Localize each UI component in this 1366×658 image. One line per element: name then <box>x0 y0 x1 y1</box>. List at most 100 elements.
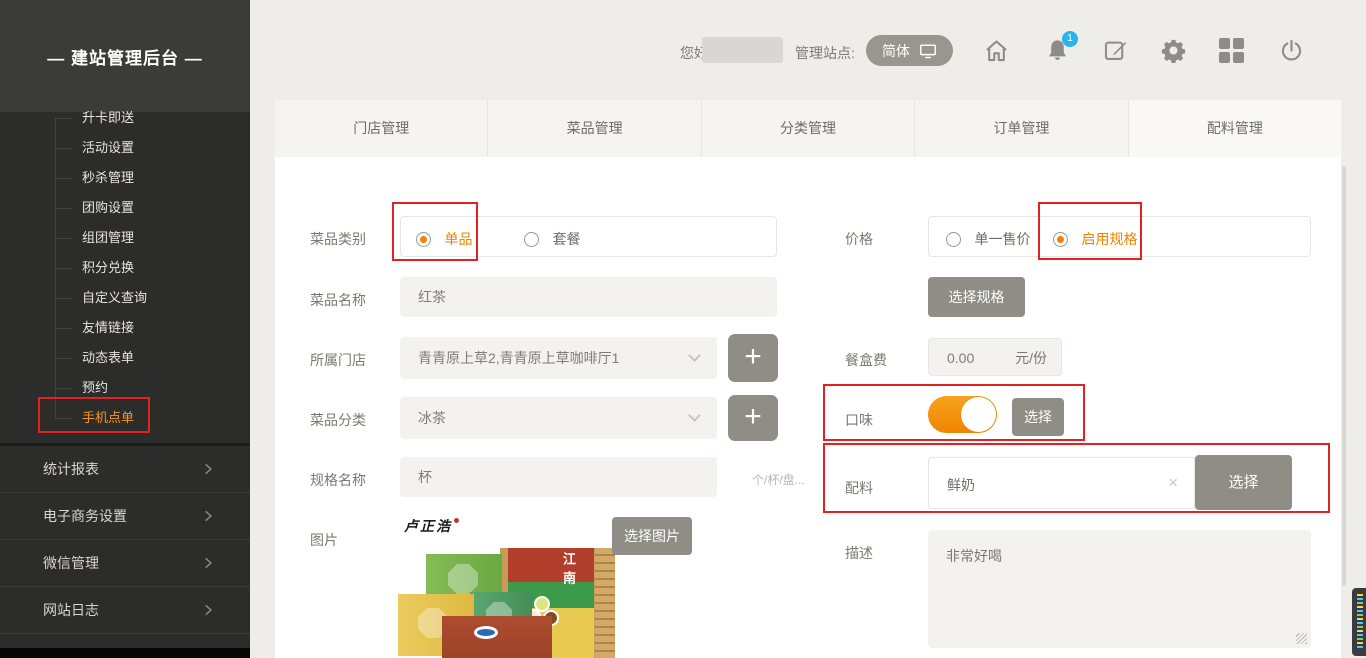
radio-enable-spec-label: 启用规格 <box>1081 231 1137 247</box>
manage-site-label: 管理站点: <box>795 43 855 63</box>
tab-store-manage[interactable]: 门店管理 <box>275 100 488 157</box>
sidebar-item-reservation[interactable]: 预约 <box>0 373 250 403</box>
desc-value: 非常好喝 <box>946 548 1002 564</box>
spec-hint: 个/杯/盘... <box>752 471 805 488</box>
toggle-knob <box>961 397 996 432</box>
home-icon[interactable] <box>983 37 1010 64</box>
chevron-right-icon <box>201 603 215 617</box>
taste-label: 口味 <box>845 410 873 430</box>
radio-enable-spec[interactable]: 启用规格 <box>1053 229 1137 249</box>
sidebar-item-flash-sale[interactable]: 秒杀管理 <box>0 163 250 193</box>
sidebar-sections: 统计报表 电子商务设置 微信管理 网站日志 <box>0 443 250 634</box>
sidebar: — 建站管理后台 — 升卡即送 活动设置 秒杀管理 团购设置 组团管理 积分兑换… <box>0 0 250 658</box>
choose-spec-button[interactable]: 选择规格 <box>928 277 1025 317</box>
sidebar-item-friend-links[interactable]: 友情链接 <box>0 313 250 343</box>
sidebar-section-statistics[interactable]: 统计报表 <box>0 446 250 493</box>
image-label: 图片 <box>310 530 338 550</box>
apps-grid-icon[interactable] <box>1219 37 1246 64</box>
radio-combo-dish-label: 套餐 <box>552 231 580 247</box>
taste-toggle-on[interactable] <box>928 396 997 433</box>
tab-order-manage[interactable]: 订单管理 <box>915 100 1128 157</box>
clear-icon[interactable]: × <box>1168 474 1178 491</box>
box-fee-input[interactable]: 0.00 元/份 <box>928 338 1062 376</box>
sidebar-item-group-manage[interactable]: 组团管理 <box>0 223 250 253</box>
ingredient-value: 鲜奶 <box>947 475 975 495</box>
sidebar-item-custom-query[interactable]: 自定义查询 <box>0 283 250 313</box>
tab-ingredient-manage[interactable]: 配料管理 <box>1129 100 1341 157</box>
top-header: 您好 管理站点: 简体 1 <box>250 0 1366 100</box>
sidebar-item-dynamic-forms[interactable]: 动态表单 <box>0 343 250 373</box>
tab-bar: 门店管理 菜品管理 分类管理 订单管理 配料管理 <box>275 100 1341 157</box>
box-vertical-text: 江南 <box>562 552 578 590</box>
sidebar-bottom-strip <box>0 648 250 658</box>
store-select[interactable]: 青青原上草2,青青原上草咖啡厅1 <box>400 337 717 379</box>
notifications-bell-icon[interactable]: 1 <box>1044 37 1071 64</box>
desc-label: 描述 <box>845 543 873 563</box>
dish-category-label: 菜品类别 <box>310 229 366 249</box>
chevron-down-icon <box>688 409 701 422</box>
monitor-icon <box>919 43 937 59</box>
box-fee-unit: 元/份 <box>1015 339 1047 377</box>
sidebar-item-upgrade-card-gift[interactable]: 升卡即送 <box>0 103 250 133</box>
sidebar-item-mobile-ordering[interactable]: 手机点单 <box>0 403 250 433</box>
sidebar-section-ecommerce[interactable]: 电子商务设置 <box>0 493 250 540</box>
section-label: 网站日志 <box>43 602 99 618</box>
radio-single-dish[interactable]: 单品 <box>416 229 472 249</box>
settings-gear-icon[interactable] <box>1160 37 1187 64</box>
sidebar-section-site-logs[interactable]: 网站日志 <box>0 587 250 634</box>
edit-icon[interactable] <box>1102 37 1129 64</box>
section-label: 电子商务设置 <box>43 508 127 524</box>
ingredient-input[interactable]: 鲜奶 × <box>928 457 1195 509</box>
radio-circle-icon <box>524 232 539 247</box>
desc-textarea[interactable]: 非常好喝 <box>928 530 1311 648</box>
brand-calligraphy: 卢正浩 <box>404 516 459 536</box>
tab-category-manage[interactable]: 分类管理 <box>702 100 915 157</box>
radio-single-price-label: 单一售价 <box>974 231 1030 247</box>
add-store-button[interactable]: + <box>728 334 778 382</box>
radio-dot-icon <box>1053 232 1068 247</box>
radio-combo-dish[interactable]: 套餐 <box>524 229 580 249</box>
choose-image-button[interactable]: 选择图片 <box>612 517 692 555</box>
price-label: 价格 <box>845 229 873 249</box>
app-title: — 建站管理后台 — <box>0 0 250 112</box>
sidebar-menu: 升卡即送 活动设置 秒杀管理 团购设置 组团管理 积分兑换 自定义查询 友情链接… <box>0 103 250 433</box>
chevron-right-icon <box>201 556 215 570</box>
radio-single-price[interactable]: 单一售价 <box>946 229 1030 249</box>
dish-name-label: 菜品名称 <box>310 290 366 310</box>
box-fee-label: 餐盒费 <box>845 350 887 370</box>
radio-dot-icon <box>416 232 431 247</box>
sidebar-section-wechat[interactable]: 微信管理 <box>0 540 250 587</box>
store-label: 所属门店 <box>310 350 366 370</box>
username-redacted <box>702 37 783 63</box>
radio-single-dish-label: 单品 <box>444 231 472 247</box>
chevron-right-icon <box>201 509 215 523</box>
tab-dish-manage[interactable]: 菜品管理 <box>488 100 701 157</box>
sidebar-item-group-buy[interactable]: 团购设置 <box>0 193 250 223</box>
page-scrollbar[interactable] <box>1342 166 1346 586</box>
logout-power-icon[interactable] <box>1278 37 1305 64</box>
dish-classify-select[interactable]: 冰茶 <box>400 397 717 439</box>
language-button[interactable]: 简体 <box>866 35 953 66</box>
dish-name-input[interactable]: 红茶 <box>400 277 777 317</box>
dish-classify-value: 冰茶 <box>418 410 446 426</box>
add-classify-button[interactable]: + <box>728 395 778 441</box>
ingredient-choose-button[interactable]: 选择 <box>1195 455 1292 510</box>
radio-circle-icon <box>946 232 961 247</box>
ingredient-label: 配料 <box>845 478 873 498</box>
sidebar-item-activity-settings[interactable]: 活动设置 <box>0 133 250 163</box>
store-select-value: 青青原上草2,青青原上草咖啡厅1 <box>418 350 619 366</box>
taste-choose-button[interactable]: 选择 <box>1012 398 1064 436</box>
dish-classify-label: 菜品分类 <box>310 410 366 430</box>
price-group: 单一售价 启用规格 <box>928 216 1311 257</box>
dish-category-group: 单品 套餐 <box>400 216 777 257</box>
language-label: 简体 <box>882 41 910 61</box>
chevron-right-icon <box>201 462 215 476</box>
section-label: 微信管理 <box>43 555 99 571</box>
section-label: 统计报表 <box>43 461 99 477</box>
spec-name-input[interactable]: 杯 <box>400 457 717 497</box>
box-fee-value: 0.00 <box>947 350 974 366</box>
sidebar-item-points-exchange[interactable]: 积分兑换 <box>0 253 250 283</box>
notification-badge: 1 <box>1062 31 1078 47</box>
browser-extension-handle[interactable] <box>1352 588 1366 656</box>
chevron-down-icon <box>688 349 701 362</box>
